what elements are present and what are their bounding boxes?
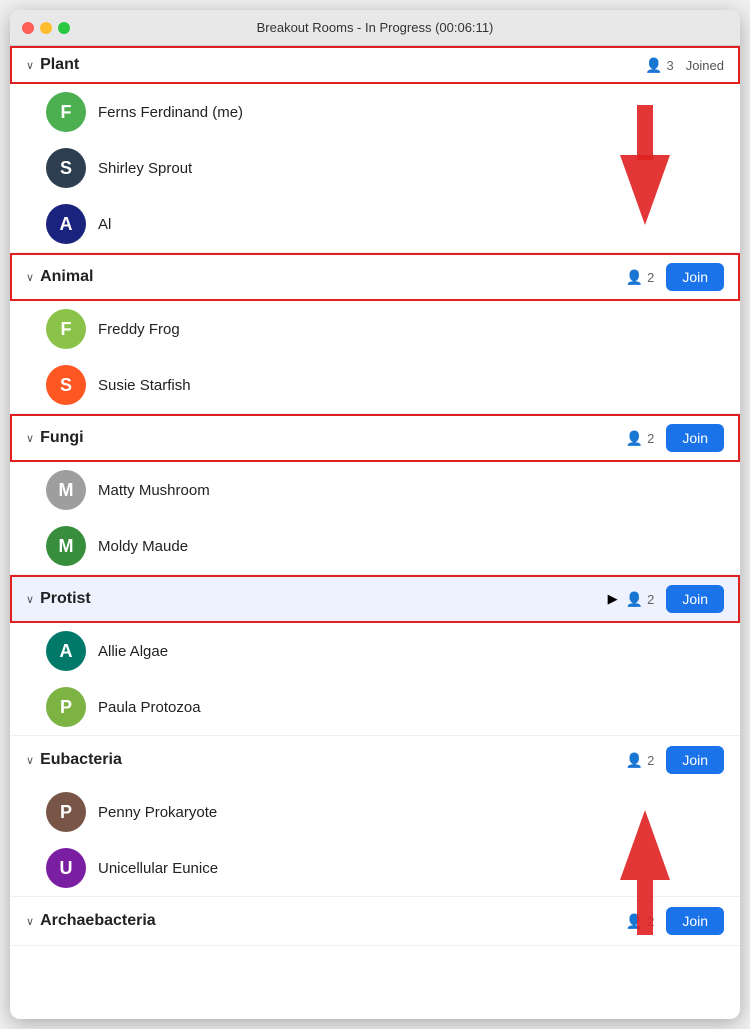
count-number: 2: [647, 914, 654, 929]
chevron-icon: ∨: [26, 915, 34, 928]
participant-row: M Matty Mushroom: [10, 462, 740, 518]
room-group-plant: ∨Plant👤3JoinedFFerns Ferdinand (me)SShir…: [10, 46, 740, 253]
participant-name: Moldy Maude: [98, 538, 188, 555]
avatar: S: [46, 148, 86, 188]
join-button-animal[interactable]: Join: [666, 263, 724, 291]
room-name-archaebacteria: Archaebacteria: [40, 912, 626, 930]
participant-name: Unicellular Eunice: [98, 860, 218, 877]
close-button[interactable]: [22, 22, 34, 34]
person-icon: 👤: [626, 591, 643, 608]
participant-name: Shirley Sprout: [98, 160, 192, 177]
participant-name: Al: [98, 216, 111, 233]
participant-row: F Ferns Ferdinand (me): [10, 84, 740, 140]
count-number: 3: [666, 58, 673, 73]
count-number: 2: [647, 270, 654, 285]
participant-name: Matty Mushroom: [98, 482, 210, 499]
participant-row: U Unicellular Eunice: [10, 840, 740, 896]
rooms-list: ∨Plant👤3JoinedFFerns Ferdinand (me)SShir…: [10, 46, 740, 946]
avatar: A: [46, 631, 86, 671]
avatar: P: [46, 687, 86, 727]
room-group-archaebacteria: ∨Archaebacteria👤2Join: [10, 897, 740, 946]
avatar: F: [46, 309, 86, 349]
avatar: U: [46, 848, 86, 888]
participant-count-animal: 👤2: [626, 269, 655, 286]
room-name-protist: Protist: [40, 590, 608, 608]
participant-row: P Paula Protozoa: [10, 679, 740, 735]
participant-row: M Moldy Maude: [10, 518, 740, 574]
mouse-cursor: ▶: [608, 591, 618, 607]
room-name-fungi: Fungi: [40, 429, 626, 447]
person-icon: 👤: [626, 269, 643, 286]
participant-name: Freddy Frog: [98, 321, 180, 338]
person-icon: 👤: [626, 913, 643, 930]
avatar: F: [46, 92, 86, 132]
participant-count-plant: 👤3: [645, 57, 674, 74]
joined-label: Joined: [686, 58, 724, 73]
chevron-icon: ∨: [26, 593, 34, 606]
join-button-fungi[interactable]: Join: [666, 424, 724, 452]
room-header-archaebacteria[interactable]: ∨Archaebacteria👤2Join: [10, 897, 740, 945]
room-group-animal: ∨Animal👤2JoinFFreddy FrogSSusie Starfish: [10, 253, 740, 414]
room-header-plant[interactable]: ∨Plant👤3Joined: [10, 46, 740, 84]
chevron-icon: ∨: [26, 754, 34, 767]
person-icon: 👤: [626, 752, 643, 769]
room-group-eubacteria: ∨Eubacteria👤2JoinPPenny ProkaryoteUUnice…: [10, 736, 740, 897]
participant-count-archaebacteria: 👤2: [626, 913, 655, 930]
participant-name: Paula Protozoa: [98, 699, 201, 716]
participant-row: F Freddy Frog: [10, 301, 740, 357]
participant-count-fungi: 👤2: [626, 430, 655, 447]
participant-name: Allie Algae: [98, 643, 168, 660]
maximize-button[interactable]: [58, 22, 70, 34]
title-bar: Breakout Rooms - In Progress (00:06:11): [10, 10, 740, 46]
participant-name: Susie Starfish: [98, 377, 191, 394]
participant-row: S Shirley Sprout: [10, 140, 740, 196]
participant-row: S Susie Starfish: [10, 357, 740, 413]
room-group-protist: ∨Protist▶👤2JoinAAllie AlgaePPaula Protoz…: [10, 575, 740, 736]
count-number: 2: [647, 753, 654, 768]
participant-row: A Al: [10, 196, 740, 252]
participant-count-protist: 👤2: [626, 591, 655, 608]
chevron-icon: ∨: [26, 59, 34, 72]
count-number: 2: [647, 431, 654, 446]
person-icon: 👤: [626, 430, 643, 447]
chevron-icon: ∨: [26, 432, 34, 445]
room-group-fungi: ∨Fungi👤2JoinMMatty MushroomMMoldy Maude: [10, 414, 740, 575]
join-button-protist[interactable]: Join: [666, 585, 724, 613]
chevron-icon: ∨: [26, 271, 34, 284]
room-header-protist[interactable]: ∨Protist▶👤2Join: [10, 575, 740, 623]
participant-count-eubacteria: 👤2: [626, 752, 655, 769]
participant-row: P Penny Prokaryote: [10, 784, 740, 840]
avatar: P: [46, 792, 86, 832]
avatar: A: [46, 204, 86, 244]
room-header-animal[interactable]: ∨Animal👤2Join: [10, 253, 740, 301]
join-button-eubacteria[interactable]: Join: [666, 746, 724, 774]
participant-name: Ferns Ferdinand (me): [98, 104, 243, 121]
window-title: Breakout Rooms - In Progress (00:06:11): [257, 20, 494, 35]
participant-name: Penny Prokaryote: [98, 804, 217, 821]
traffic-lights: [22, 22, 70, 34]
room-name-eubacteria: Eubacteria: [40, 751, 626, 769]
avatar: M: [46, 526, 86, 566]
join-button-archaebacteria[interactable]: Join: [666, 907, 724, 935]
count-number: 2: [647, 592, 654, 607]
avatar: S: [46, 365, 86, 405]
room-name-animal: Animal: [40, 268, 626, 286]
person-icon: 👤: [645, 57, 662, 74]
minimize-button[interactable]: [40, 22, 52, 34]
room-header-fungi[interactable]: ∨Fungi👤2Join: [10, 414, 740, 462]
avatar: M: [46, 470, 86, 510]
participant-row: A Allie Algae: [10, 623, 740, 679]
room-header-eubacteria[interactable]: ∨Eubacteria👤2Join: [10, 736, 740, 784]
room-name-plant: Plant: [40, 56, 645, 74]
breakout-rooms-window: Breakout Rooms - In Progress (00:06:11) …: [10, 10, 740, 1019]
